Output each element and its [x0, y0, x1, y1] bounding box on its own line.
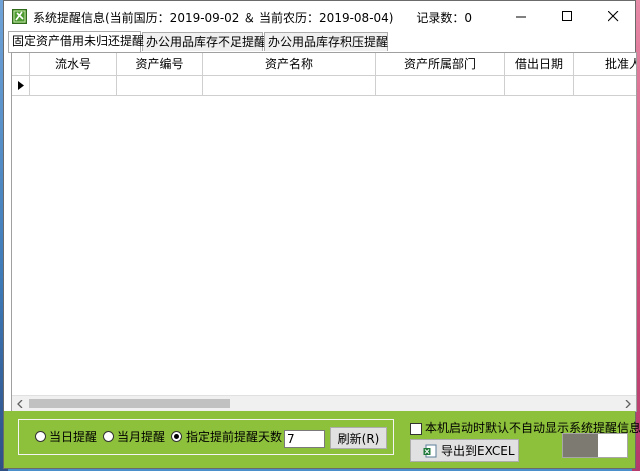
- data-grid: 流水号 资产编号 资产名称 资产所属部门 借出日期 批准人: [11, 52, 637, 412]
- scrollbar-thumb[interactable]: [29, 399, 230, 408]
- export-excel-button[interactable]: 导出到EXCEL: [410, 439, 519, 462]
- title-bar[interactable]: 系统提醒信息(当前国历：2019-09-02 ＆ 当前农历：2019-08-04…: [4, 1, 635, 32]
- startup-checkbox[interactable]: [410, 423, 422, 435]
- tab-asset-borrow-reminder[interactable]: 固定资产借用未归还提醒: [8, 31, 144, 52]
- window-title-text: 系统提醒信息(当前国历：2019-09-02 ＆ 当前农历：2019-08-04…: [33, 11, 394, 25]
- radio-month-label[interactable]: 当月提醒: [117, 428, 165, 445]
- chevron-right-icon: [625, 399, 631, 408]
- scroll-right-button[interactable]: [620, 396, 636, 411]
- row-header[interactable]: [12, 76, 30, 96]
- table-cell[interactable]: [505, 76, 574, 96]
- scroll-left-button[interactable]: [12, 396, 28, 411]
- table-cell[interactable]: [117, 76, 203, 96]
- table-cell[interactable]: [203, 76, 376, 96]
- close-button[interactable]: [590, 1, 636, 32]
- table-cell[interactable]: [30, 76, 117, 96]
- grid-corner: [12, 53, 30, 76]
- column-header-serial[interactable]: 流水号: [30, 53, 117, 76]
- excel-icon: [423, 444, 437, 458]
- row-pointer-icon: [17, 81, 24, 90]
- minimize-button[interactable]: [498, 1, 544, 32]
- close-icon: [607, 11, 618, 22]
- tab-office-supplies-shortage[interactable]: 办公用品库存不足提醒: [142, 32, 266, 51]
- minimize-icon: [515, 16, 526, 18]
- column-header-department[interactable]: 资产所属部门: [376, 53, 505, 76]
- table-cell[interactable]: [376, 76, 505, 96]
- export-excel-label: 导出到EXCEL: [441, 444, 515, 458]
- table-cell[interactable]: [574, 76, 636, 96]
- chevron-left-icon: [17, 399, 23, 408]
- progress-bar: [562, 433, 628, 458]
- column-header-borrow-date[interactable]: 借出日期: [505, 53, 574, 76]
- column-header-asset-code[interactable]: 资产编号: [117, 53, 203, 76]
- maximize-button[interactable]: [544, 1, 590, 32]
- progress-fill: [563, 434, 599, 457]
- radio-today[interactable]: [35, 431, 46, 442]
- table-row[interactable]: [12, 76, 636, 96]
- bottom-toolbar: 当日提醒 当月提醒 指定提前提醒天数： 7 刷新(R) 本机启动时默认不自动显示…: [4, 411, 640, 468]
- grid-header: 流水号 资产编号 资产名称 资产所属部门 借出日期 批准人: [12, 53, 636, 76]
- refresh-button[interactable]: 刷新(R): [330, 427, 387, 449]
- radio-today-label[interactable]: 当日提醒: [49, 428, 97, 445]
- maximize-icon: [561, 11, 572, 21]
- horizontal-scrollbar[interactable]: [12, 395, 636, 411]
- reminder-window: 系统提醒信息(当前国历：2019-09-02 ＆ 当前农历：2019-08-04…: [3, 0, 640, 469]
- record-count: 记录数：0: [416, 11, 473, 25]
- radio-advance-days-label[interactable]: 指定提前提醒天数：: [186, 428, 294, 445]
- window-title: 系统提醒信息(当前国历：2019-09-02 ＆ 当前农历：2019-08-04…: [33, 9, 472, 26]
- radio-month[interactable]: [103, 431, 114, 442]
- app-logo-icon: [12, 9, 27, 24]
- column-header-approver[interactable]: 批准人: [574, 53, 636, 76]
- tab-strip: 固定资产借用未归还提醒 办公用品库存不足提醒 办公用品库存积压提醒: [8, 31, 631, 53]
- radio-advance-days[interactable]: [171, 431, 182, 442]
- tab-office-supplies-overstock[interactable]: 办公用品库存积压提醒: [264, 32, 388, 51]
- advance-days-input[interactable]: 7: [284, 430, 325, 448]
- column-header-asset-name[interactable]: 资产名称: [203, 53, 376, 76]
